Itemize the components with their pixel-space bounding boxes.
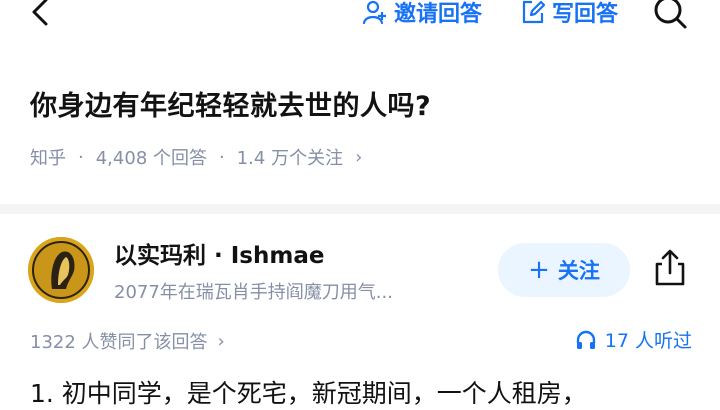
share-button[interactable] [650, 246, 690, 290]
edit-icon [522, 0, 546, 24]
write-answer-button[interactable]: 写回答 [520, 0, 618, 28]
avatar-image [28, 237, 94, 303]
section-divider [0, 204, 720, 214]
author-bio: 2077年在瑞瓦肖手持阎魔刀用气... [114, 282, 393, 303]
upvote-count: 1322 人赞同了该回答 [30, 332, 208, 353]
question-meta[interactable]: 知乎 · 4,408 个回答 · 1.4 万个关注 › [30, 144, 362, 170]
follow-label: 关注 [557, 259, 600, 283]
source-label: 知乎 [30, 148, 66, 169]
invite-user-icon [362, 0, 386, 25]
search-button[interactable] [650, 0, 690, 32]
write-answer-label: 写回答 [552, 2, 619, 27]
plus-icon: + [528, 255, 550, 285]
search-icon [654, 0, 687, 29]
headphones-icon [576, 330, 595, 349]
upvote-summary[interactable]: 1322 人赞同了该回答 › [30, 328, 225, 354]
answers-count: 4,408 个回答 [95, 148, 207, 169]
back-button[interactable] [22, 0, 62, 34]
separator-dot: · [78, 146, 84, 168]
back-icon [32, 0, 48, 26]
invite-answer-button[interactable]: 邀请回答 [362, 0, 482, 28]
separator-dot: · [219, 146, 225, 168]
chevron-right-icon: › [217, 330, 225, 352]
question-title[interactable]: 你身边有年纪轻轻就去世的人吗? [30, 84, 431, 123]
listen-count: 17 人听过 [604, 330, 692, 352]
chevron-right-icon: › [355, 146, 363, 168]
listen-button[interactable]: 17 人听过 [575, 326, 692, 353]
avatar[interactable] [28, 237, 94, 303]
follow-button[interactable]: + 关注 [498, 243, 630, 297]
invite-answer-label: 邀请回答 [394, 2, 483, 27]
top-navigation-bar: 邀请回答 写回答 [0, 0, 720, 40]
author-name[interactable]: 以实玛利 · Ishmae [114, 236, 324, 270]
share-icon [655, 249, 685, 286]
followers-count: 1.4 万个关注 [236, 148, 344, 169]
